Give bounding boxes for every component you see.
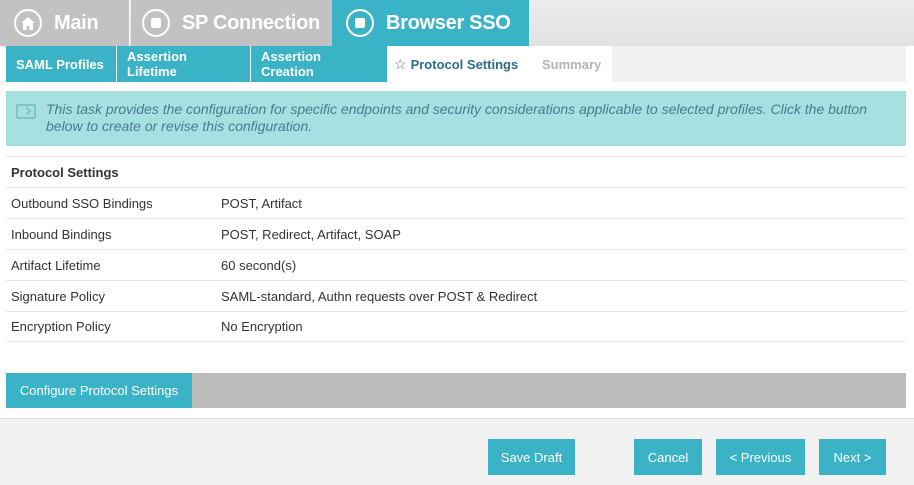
stop-icon bbox=[346, 9, 374, 37]
next-button[interactable]: Next > bbox=[819, 439, 886, 475]
configure-protocol-settings-button[interactable]: Configure Protocol Settings bbox=[6, 373, 192, 408]
star-icon: ☆ bbox=[394, 55, 407, 72]
tab-browser-sso[interactable]: Browser SSO bbox=[332, 0, 529, 46]
tab-sp-connection-label: SP Connection bbox=[182, 11, 320, 34]
top-navigation: Main SP Connection Browser SSO bbox=[0, 0, 914, 46]
table-row: Artifact Lifetime 60 second(s) bbox=[6, 249, 906, 280]
tab-sp-connection[interactable]: SP Connection bbox=[131, 0, 332, 46]
row-value: POST, Artifact bbox=[221, 195, 302, 211]
row-value: POST, Redirect, Artifact, SOAP bbox=[221, 226, 401, 242]
table-row: Signature Policy SAML-standard, Authn re… bbox=[6, 280, 906, 311]
subtab-assertion-creation[interactable]: Assertion Creation bbox=[251, 46, 387, 82]
protocol-settings-table: Protocol Settings Outbound SSO Bindings … bbox=[6, 156, 906, 342]
row-value: No Encryption bbox=[221, 319, 303, 334]
subtab-protocol-settings[interactable]: ☆ Protocol Settings bbox=[388, 46, 532, 82]
table-row: Inbound Bindings POST, Redirect, Artifac… bbox=[6, 218, 906, 249]
footer: Save Draft Cancel < Previous Next > bbox=[0, 418, 914, 485]
tab-main-label: Main bbox=[54, 11, 99, 34]
row-key: Signature Policy bbox=[11, 288, 105, 304]
info-banner: This task provides the configuration for… bbox=[6, 91, 906, 146]
cancel-button[interactable]: Cancel bbox=[634, 439, 702, 475]
row-value: 60 second(s) bbox=[221, 257, 297, 273]
row-key: Outbound SSO Bindings bbox=[11, 195, 153, 211]
subtab-summary: Summary bbox=[532, 46, 612, 82]
tab-main[interactable]: Main bbox=[0, 0, 130, 46]
tab-browser-sso-label: Browser SSO bbox=[386, 11, 511, 34]
table-row: Outbound SSO Bindings POST, Artifact bbox=[6, 187, 906, 218]
home-icon bbox=[14, 9, 42, 37]
previous-button[interactable]: < Previous bbox=[716, 439, 805, 475]
subtab-assertion-lifetime[interactable]: Assertion Lifetime bbox=[117, 46, 250, 82]
info-text: This task provides the configuration for… bbox=[46, 101, 868, 134]
row-value: SAML-standard, Authn requests over POST … bbox=[221, 288, 538, 304]
stop-icon bbox=[142, 9, 170, 37]
table-header: Protocol Settings bbox=[6, 156, 906, 187]
table-row: Encryption Policy No Encryption bbox=[6, 311, 906, 342]
save-draft-button[interactable]: Save Draft bbox=[488, 439, 575, 475]
row-key: Encryption Policy bbox=[11, 319, 111, 334]
subtab-protocol-settings-label: Protocol Settings bbox=[410, 56, 519, 72]
row-key: Artifact Lifetime bbox=[11, 257, 101, 273]
configure-bar: Configure Protocol Settings bbox=[6, 373, 906, 408]
subtab-saml-profiles[interactable]: SAML Profiles bbox=[6, 46, 116, 82]
row-key: Inbound Bindings bbox=[11, 226, 112, 242]
sub-navigation: SAML Profiles Assertion Lifetime Asserti… bbox=[6, 46, 906, 82]
info-screen-icon bbox=[16, 104, 36, 119]
table-header-label: Protocol Settings bbox=[11, 164, 119, 180]
